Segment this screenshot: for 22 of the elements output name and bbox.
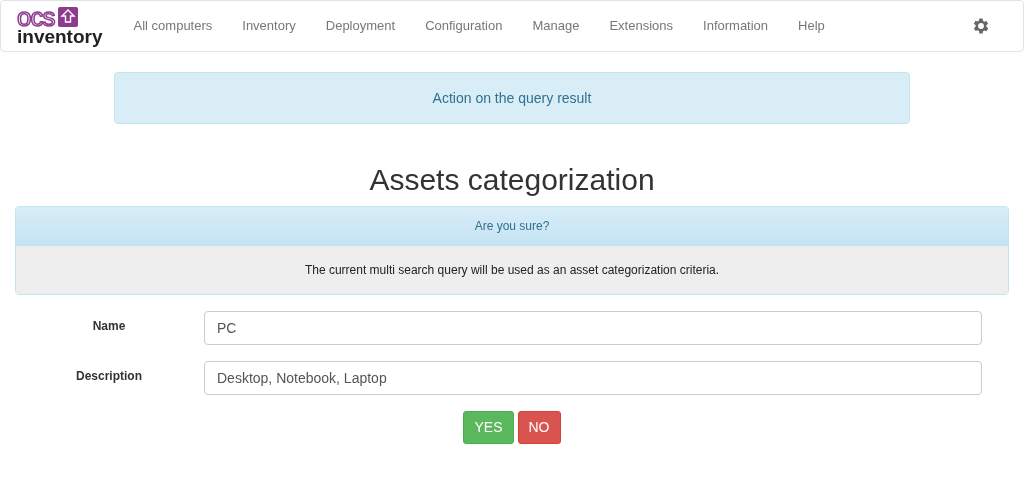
field-label: Description (75, 368, 143, 385)
nav-link[interactable]: Manage (517, 16, 595, 36)
no-button[interactable]: NO (517, 411, 561, 444)
logo-text: inventory (17, 28, 103, 46)
nav-link[interactable]: Configuration (410, 16, 518, 36)
nav-link[interactable]: Help (783, 16, 840, 36)
nav-link[interactable]: Information (688, 16, 784, 36)
logo-text: ocs (17, 6, 55, 28)
page-title: Assets categorization (368, 162, 656, 198)
nav-link[interactable]: All computers (118, 16, 228, 36)
nav-link[interactable]: Deployment (310, 16, 411, 36)
nav-link[interactable]: Inventory (227, 16, 311, 36)
settings-icon[interactable] (971, 16, 991, 36)
logo-icon (58, 7, 79, 27)
nav-link[interactable]: Extensions (594, 16, 689, 36)
confirm-heading: Are you sure? (16, 207, 1008, 246)
action-banner[interactable]: Action on the query result (114, 72, 910, 124)
text-field[interactable]: PC (204, 311, 982, 345)
text-field[interactable]: Desktop, Notebook, Laptop (204, 361, 982, 395)
yes-button[interactable]: YES (463, 411, 514, 444)
field-label: Name (91, 318, 127, 335)
confirm-message: The current multi search query will be used as an asset categorization criteria. (16, 246, 1008, 294)
